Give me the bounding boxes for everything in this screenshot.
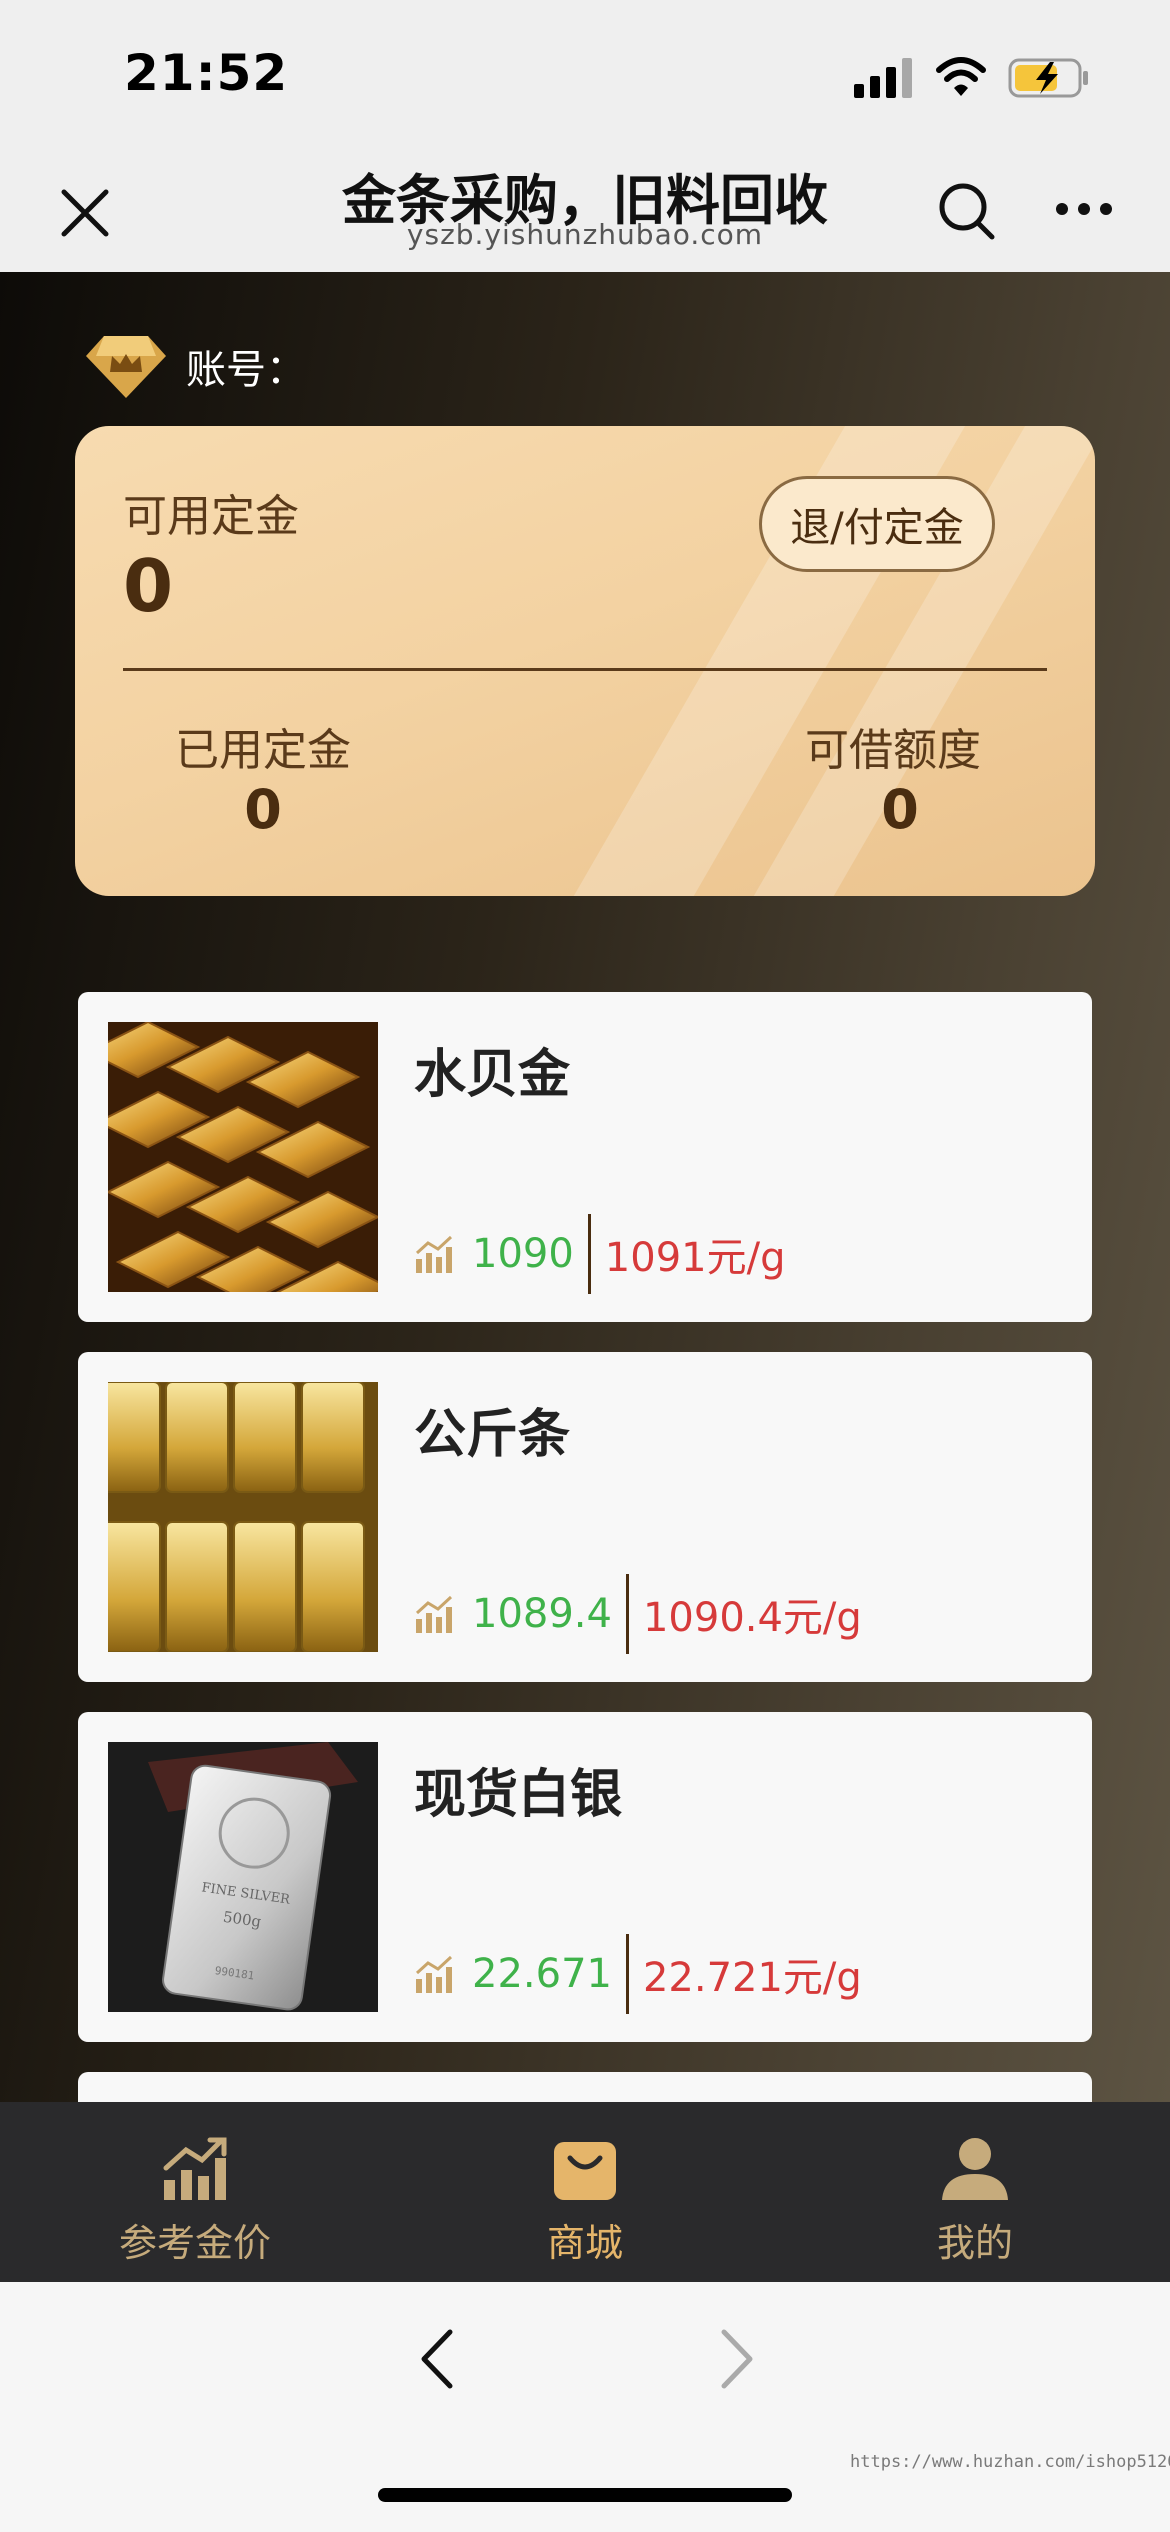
wifi-icon: [936, 57, 986, 96]
status-time: 21:52: [124, 44, 289, 102]
product-card[interactable]: 公斤条 1089.4 1090.4元/g: [78, 1352, 1092, 1682]
sell-price: 22.721元/g: [642, 1955, 862, 2001]
card-divider: [123, 668, 1047, 671]
product-name: 现货白银: [414, 1765, 623, 1825]
home-indicator[interactable]: [378, 2488, 792, 2502]
shopping-bag-icon: [554, 2142, 616, 2200]
available-deposit-label: 可用定金: [123, 491, 299, 542]
buy-price: 22.671: [472, 1951, 612, 1997]
kilogram-bars-image: [108, 1382, 378, 1652]
price-row: 22.671 22.721元/g: [414, 1934, 862, 2014]
forward-icon[interactable]: [712, 2324, 762, 2394]
back-icon[interactable]: [412, 2324, 462, 2394]
trend-chart-icon: [415, 1955, 453, 1993]
tab-mine[interactable]: 我的: [780, 2102, 1170, 2282]
battery-charging-icon: [1008, 58, 1088, 98]
available-deposit-value: 0: [123, 544, 174, 628]
product-card[interactable]: FINE SILVER 500g 990181 现货白银 22.671 22.7…: [78, 1712, 1092, 2042]
account-label: 账号：: [186, 347, 306, 393]
tab-mall[interactable]: 商城: [390, 2102, 780, 2282]
used-deposit-label: 已用定金: [175, 725, 351, 776]
price-separator: [625, 1574, 629, 1654]
price-separator: [587, 1214, 591, 1294]
sell-price: 1091元/g: [604, 1235, 786, 1281]
refund-deposit-button[interactable]: 退/付定金: [759, 476, 995, 572]
buy-price: 1089.4: [472, 1591, 612, 1637]
tab-label: 参考金价: [118, 2221, 271, 2265]
user-icon: [942, 2138, 1008, 2200]
trend-chart-icon: [415, 1595, 453, 1633]
crown-diamond-icon: [86, 336, 166, 398]
chart-icon: [163, 2137, 227, 2200]
loan-limit-value: 0: [881, 778, 919, 841]
cellular-signal-icon: [854, 58, 912, 98]
silver-bar-image: FINE SILVER 500g 990181: [108, 1742, 378, 2012]
more-icon[interactable]: [1054, 196, 1114, 222]
price-row: 1089.4 1090.4元/g: [414, 1574, 862, 1654]
buy-price: 1090: [472, 1231, 574, 1277]
deposit-card: 可用定金 0 退/付定金 已用定金 0 可借额度 0: [75, 426, 1095, 896]
loan-limit-label: 可借额度: [805, 725, 981, 776]
product-name: 公斤条: [414, 1405, 571, 1465]
product-card[interactable]: [78, 2072, 1092, 2102]
product-card[interactable]: 水贝金 1090 1091元/g: [78, 992, 1092, 1322]
tab-reference-price[interactable]: 参考金价: [0, 2102, 390, 2282]
price-separator: [625, 1934, 629, 2014]
search-icon[interactable]: [936, 178, 998, 244]
account-row: 账号：: [84, 330, 306, 402]
tab-label: 我的: [936, 2221, 1013, 2265]
status-bar: 21:52: [0, 0, 1170, 140]
main-content: 账号： 可用定金 0 退/付定金 已用定金 0 可借额度 0 水贝金 1090 …: [0, 272, 1170, 2102]
tab-label: 商城: [546, 2221, 623, 2265]
sell-price: 1090.4元/g: [642, 1595, 862, 1641]
watermark: https://www.huzhan.com/ishop51205: [850, 2452, 1170, 2472]
price-row: 1090 1091元/g: [414, 1214, 785, 1294]
used-deposit-value: 0: [244, 778, 282, 841]
trend-chart-icon: [415, 1235, 453, 1273]
nav-header: 金条采购，旧料回收 yszb.yishunzhubao.com: [0, 140, 1170, 272]
product-name: 水贝金: [414, 1045, 571, 1105]
tab-bar: 参考金价 商城 我的: [0, 2102, 1170, 2282]
gold-bars-image: [108, 1022, 378, 1292]
browser-toolbar: https://www.huzhan.com/ishop51205: [0, 2282, 1170, 2532]
